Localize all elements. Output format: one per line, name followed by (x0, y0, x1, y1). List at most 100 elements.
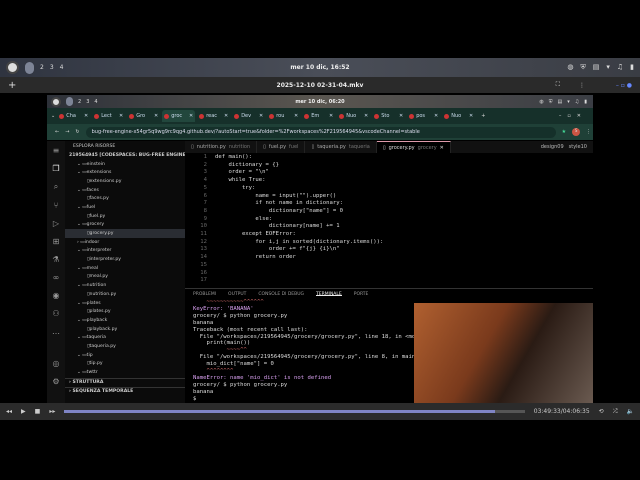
folder-item[interactable]: ⌄ ▭ plates (65, 299, 185, 308)
forward-icon[interactable]: ▸▸ (49, 408, 55, 415)
menu-icon[interactable]: ≡ (53, 146, 60, 155)
close-tab-icon[interactable]: ✕ (440, 145, 444, 151)
editor-right-label[interactable]: design09 (541, 144, 564, 150)
editor-tab[interactable]: ▯ fuel.py fuel (257, 141, 306, 153)
folder-item[interactable]: ⌄ ▭ playback (65, 316, 185, 325)
folder-item[interactable]: ⌄ ▭ einstein (65, 160, 185, 169)
tab-search-icon[interactable]: ⌄ (51, 113, 55, 119)
rewind-icon[interactable]: ◂◂ (6, 408, 12, 415)
browser-tab[interactable]: reac ✕ (197, 110, 230, 122)
explorer-icon[interactable]: ❐ (52, 164, 59, 173)
account-icon[interactable]: ◎ (53, 359, 60, 368)
system-tray[interactable]: ◍ ⛨ ▤ ▾ ♫ ▮ (567, 63, 634, 72)
browser-tab[interactable]: Gro ✕ (127, 110, 160, 122)
search-icon[interactable]: ⌕ (54, 182, 58, 192)
folder-item[interactable]: ⌄ ▭ grocery (65, 221, 185, 230)
codespaces-icon[interactable]: ∞ (53, 273, 60, 282)
close-tab-icon[interactable]: ✕ (84, 113, 88, 119)
close-tab-icon[interactable]: ✕ (364, 113, 368, 119)
browser-tab[interactable]: rou ✕ (267, 110, 300, 122)
browser-tab[interactable]: Nuo ✕ (442, 110, 475, 122)
volume-icon[interactable]: 🔈 (627, 408, 634, 415)
file-item[interactable]: ▯ nutrition.py (65, 290, 185, 299)
browser-tab[interactable]: Lect ✕ (92, 110, 125, 122)
close-tab-icon[interactable]: ✕ (294, 113, 298, 119)
folder-item[interactable]: ⌄ ▭ meal (65, 264, 185, 273)
folder-item[interactable]: ⌄ ▭ faces (65, 186, 185, 195)
browser-tab[interactable]: Em ✕ (302, 110, 335, 122)
folder-item[interactable]: ⌄ ▭ twttr (65, 368, 185, 377)
editor-right-label[interactable]: style10 (569, 144, 587, 150)
file-item[interactable]: ▯ tip.py (65, 360, 185, 369)
shuffle-icon[interactable]: ⤮ (613, 408, 618, 416)
file-item[interactable]: ▯ grocery.py (65, 229, 185, 238)
close-tab-icon[interactable]: ✕ (329, 113, 333, 119)
timeline-section[interactable]: › SEQUENZA TEMPORALE (65, 386, 185, 396)
close-tab-icon[interactable]: ✕ (119, 113, 123, 119)
file-item[interactable]: ▯ taqueria.py (65, 342, 185, 351)
extensions-icon[interactable]: ⊞ (53, 237, 60, 246)
more-icon[interactable]: … (52, 327, 60, 336)
settings-icon[interactable]: ⚙ (52, 377, 59, 386)
reload-icon[interactable]: ↻ (75, 129, 79, 135)
github-icon[interactable]: ◉ (53, 291, 60, 300)
panel-tab[interactable]: OUTPUT (228, 292, 246, 297)
close-tab-icon[interactable]: ✕ (154, 113, 158, 119)
browser-tab[interactable]: Dev ✕ (232, 110, 265, 122)
panel-tab[interactable]: PORTE (354, 292, 369, 297)
folder-item[interactable]: ⌄ ▭ extensions (65, 168, 185, 177)
browser-tab[interactable]: Cha ✕ (57, 110, 90, 122)
close-tab-icon[interactable]: ✕ (189, 113, 193, 119)
seek-bar[interactable] (64, 410, 525, 413)
editor-tab[interactable]: ▯ taqueria.py taqueria (305, 141, 377, 153)
folder-item[interactable]: ⌄ ▭ nutrition (65, 281, 185, 290)
folder-item[interactable]: › ▭ indoor (65, 238, 185, 247)
video-frame[interactable]: 234 mer 10 dic, 06:20 ◍ ⛨ ▤ ▾ ♫ ▮ ⌄ Cha ✕ Lect ✕… (47, 93, 593, 403)
outline-section[interactable]: › STRUTTURA (65, 377, 185, 387)
forward-icon[interactable]: → (65, 129, 69, 135)
browser-tab[interactable]: pos ✕ (407, 110, 440, 122)
file-item[interactable]: ▯ playback.py (65, 325, 185, 334)
file-item[interactable]: ▯ meal.py (65, 273, 185, 282)
run-debug-icon[interactable]: ▷ (53, 219, 59, 228)
panel-tab[interactable]: CONSOLE DI DEBUG (258, 292, 304, 297)
close-tab-icon[interactable]: ✕ (434, 113, 438, 119)
file-item[interactable]: ▯ faces.py (65, 194, 185, 203)
file-item[interactable]: ▯ interpreter.py (65, 255, 185, 264)
file-item[interactable]: ▯ plates.py (65, 307, 185, 316)
loop-icon[interactable]: ⟲ (599, 408, 604, 415)
clock[interactable]: mer 10 dic, 16:52 (0, 64, 640, 71)
close-tab-icon[interactable]: ✕ (259, 113, 263, 119)
file-item[interactable]: ▯ extensions.py (65, 177, 185, 186)
menu-icon[interactable]: ⋮ (579, 82, 585, 89)
browser-tab[interactable]: groc ✕ (162, 110, 196, 122)
close-tab-icon[interactable]: ✕ (224, 113, 228, 119)
editor-tab[interactable]: ▯ nutrition.py nutrition (185, 141, 258, 153)
bookmark-icon[interactable]: ★ (562, 129, 566, 135)
folder-item[interactable]: ⌄ ▭ interpreter (65, 247, 185, 256)
window-controls[interactable]: –▫✕ (559, 113, 587, 119)
browser-tab[interactable]: Sto ✕ (372, 110, 405, 122)
folder-item[interactable]: ⌄ ▭ taqueria (65, 333, 185, 342)
panel-tab[interactable]: TERMINALE (316, 292, 342, 297)
code-editor[interactable]: ▯ nutrition.py nutrition ▯ fuel.py fuel ▯ taque… (185, 141, 593, 286)
close-tab-icon[interactable]: ✕ (469, 113, 473, 119)
editor-tab[interactable]: ▯ grocery.py grocery ✕ (376, 141, 451, 153)
close-tab-icon[interactable]: ✕ (399, 113, 403, 119)
workspace-root[interactable]: 219564945 [CODESPACES: BUG-FREE ENGINE] (65, 151, 188, 160)
window-controls[interactable]: – ▫ ● (616, 82, 632, 89)
source-control-icon[interactable]: ⑂ (54, 201, 59, 210)
profile-avatar[interactable]: S (572, 128, 581, 136)
file-item[interactable]: ▯ fuel.py (65, 212, 185, 221)
play-icon[interactable]: ▶ (21, 408, 26, 415)
testing-icon[interactable]: ⚗ (52, 255, 59, 264)
url-input[interactable]: bug-free-engine-x54gr5q9wg9rc9qg4.github… (85, 126, 556, 138)
live-share-icon[interactable]: ⚇ (52, 309, 59, 318)
folder-item[interactable]: ⌄ ▭ tip (65, 351, 185, 360)
stop-icon[interactable]: ■ (35, 408, 41, 415)
browser-tab[interactable]: Nuo ✕ (337, 110, 370, 122)
new-tab-button[interactable]: + (481, 113, 485, 119)
fullscreen-icon[interactable]: ⛶ (556, 81, 560, 89)
panel-tab[interactable]: PROBLEMI (193, 292, 216, 297)
browser-menu-icon[interactable]: ⋮ (586, 129, 591, 135)
